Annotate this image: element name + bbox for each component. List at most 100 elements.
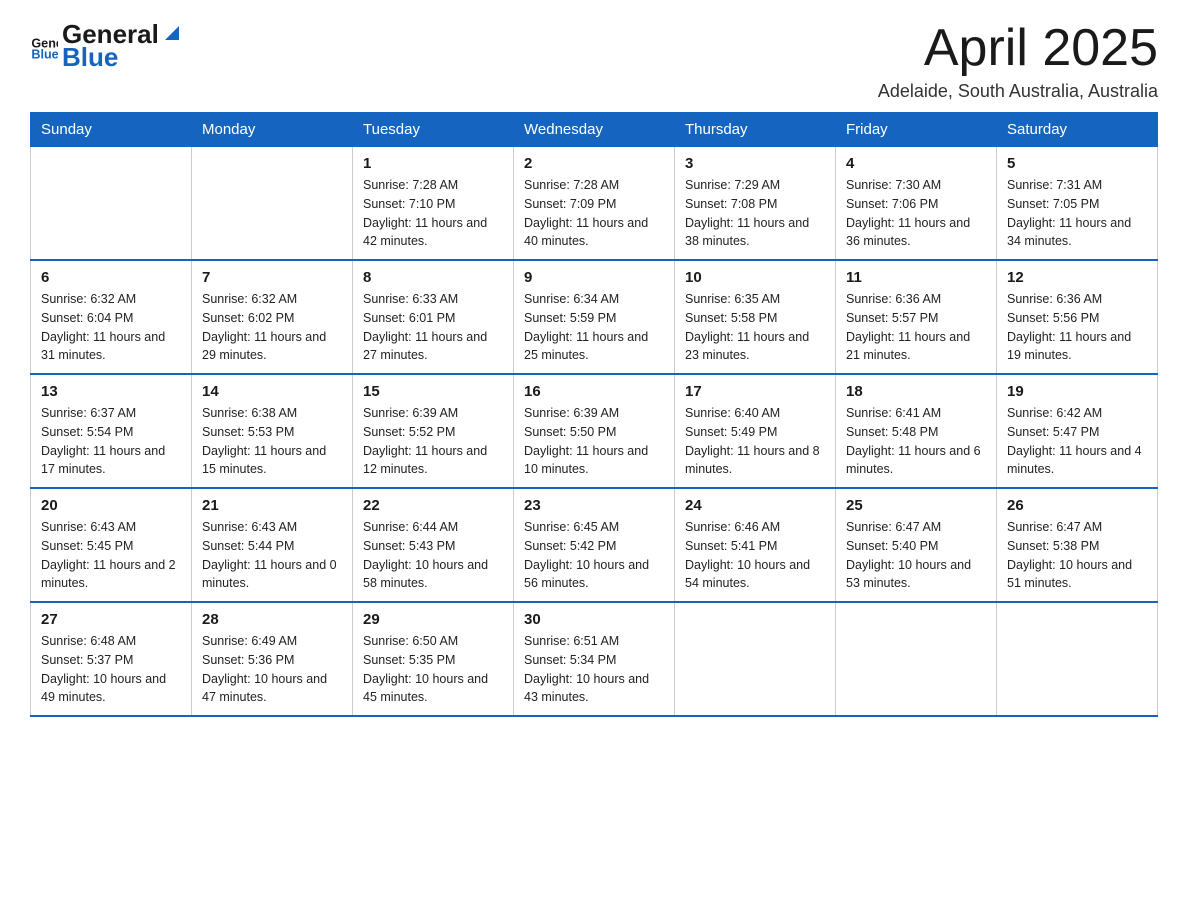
calendar-cell: 25 Sunrise: 6:47 AM Sunset: 5:40 PM Dayli… [836, 488, 997, 602]
day-info: Sunrise: 7:28 AM Sunset: 7:10 PM Dayligh… [363, 176, 503, 251]
calendar-cell: 18Sunrise: 6:41 AM Sunset: 5:48 PM Dayli… [836, 374, 997, 488]
day-info: Sunrise: 6:33 AM Sunset: 6:01 PM Dayligh… [363, 290, 503, 365]
day-number: 10 [685, 269, 825, 286]
calendar-cell: 6 Sunrise: 6:32 AM Sunset: 6:04 PM Daylig… [31, 260, 192, 374]
day-info: Sunrise: 6:48 AM Sunset: 5:37 PM Dayligh… [41, 632, 181, 707]
weekday-header-monday: Monday [192, 113, 353, 147]
day-number: 19 [1007, 383, 1147, 400]
weekday-header-saturday: Saturday [997, 113, 1158, 147]
day-number: 3 [685, 155, 825, 172]
day-number: 24 [685, 497, 825, 514]
calendar-cell: 3 Sunrise: 7:29 AM Sunset: 7:08 PM Daylig… [675, 147, 836, 261]
calendar-cell [192, 147, 353, 261]
calendar-cell: 17 Sunrise: 6:40 AM Sunset: 5:49 PM Dayli… [675, 374, 836, 488]
day-number: 4 [846, 155, 986, 172]
day-number: 8 [363, 269, 503, 286]
logo-icon: General Blue [30, 32, 58, 60]
calendar-cell: 2Sunrise: 7:28 AM Sunset: 7:09 PM Daylig… [514, 147, 675, 261]
day-info: Sunrise: 6:38 AM Sunset: 5:53 PM Dayligh… [202, 404, 342, 479]
day-number: 15 [363, 383, 503, 400]
day-number: 27 [41, 611, 181, 628]
calendar-cell [836, 602, 997, 716]
day-info: Sunrise: 6:45 AM Sunset: 5:42 PM Dayligh… [524, 518, 664, 593]
calendar-cell: 7 Sunrise: 6:32 AM Sunset: 6:02 PM Daylig… [192, 260, 353, 374]
day-number: 13 [41, 383, 181, 400]
day-info: Sunrise: 6:35 AM Sunset: 5:58 PM Dayligh… [685, 290, 825, 365]
day-info: Sunrise: 6:47 AM Sunset: 5:38 PM Dayligh… [1007, 518, 1147, 593]
calendar-cell [31, 147, 192, 261]
calendar-cell: 22 Sunrise: 6:44 AM Sunset: 5:43 PM Dayli… [353, 488, 514, 602]
day-number: 22 [363, 497, 503, 514]
day-info: Sunrise: 7:30 AM Sunset: 7:06 PM Dayligh… [846, 176, 986, 251]
day-info: Sunrise: 6:47 AM Sunset: 5:40 PM Dayligh… [846, 518, 986, 593]
day-info: Sunrise: 6:51 AM Sunset: 5:34 PM Dayligh… [524, 632, 664, 707]
day-info: Sunrise: 7:28 AM Sunset: 7:09 PM Dayligh… [524, 176, 664, 251]
calendar-cell: 1 Sunrise: 7:28 AM Sunset: 7:10 PM Daylig… [353, 147, 514, 261]
calendar-cell: 16 Sunrise: 6:39 AM Sunset: 5:50 PM Dayli… [514, 374, 675, 488]
calendar-week-row: 27 Sunrise: 6:48 AM Sunset: 5:37 PM Dayli… [31, 602, 1158, 716]
day-number: 28 [202, 611, 342, 628]
day-info: Sunrise: 6:43 AM Sunset: 5:45 PM Dayligh… [41, 518, 181, 593]
day-info: Sunrise: 6:40 AM Sunset: 5:49 PM Dayligh… [685, 404, 825, 479]
calendar-week-row: 6 Sunrise: 6:32 AM Sunset: 6:04 PM Daylig… [31, 260, 1158, 374]
day-info: Sunrise: 6:32 AM Sunset: 6:04 PM Dayligh… [41, 290, 181, 365]
day-number: 25 [846, 497, 986, 514]
weekday-header-sunday: Sunday [31, 113, 192, 147]
calendar-cell [997, 602, 1158, 716]
weekday-header-friday: Friday [836, 113, 997, 147]
day-number: 6 [41, 269, 181, 286]
day-info: Sunrise: 6:32 AM Sunset: 6:02 PM Dayligh… [202, 290, 342, 365]
title-block: April 2025 Adelaide, South Australia, Au… [878, 20, 1158, 102]
day-info: Sunrise: 6:43 AM Sunset: 5:44 PM Dayligh… [202, 518, 342, 593]
calendar-cell: 13 Sunrise: 6:37 AM Sunset: 5:54 PM Dayli… [31, 374, 192, 488]
calendar-cell: 4 Sunrise: 7:30 AM Sunset: 7:06 PM Daylig… [836, 147, 997, 261]
weekday-header-thursday: Thursday [675, 113, 836, 147]
day-number: 16 [524, 383, 664, 400]
location-subtitle: Adelaide, South Australia, Australia [878, 81, 1158, 102]
day-number: 18 [846, 383, 986, 400]
weekday-header-tuesday: Tuesday [353, 113, 514, 147]
calendar-week-row: 13 Sunrise: 6:37 AM Sunset: 5:54 PM Dayli… [31, 374, 1158, 488]
day-info: Sunrise: 6:44 AM Sunset: 5:43 PM Dayligh… [363, 518, 503, 593]
logo-triangle-icon [161, 22, 183, 44]
day-number: 7 [202, 269, 342, 286]
calendar-cell: 19 Sunrise: 6:42 AM Sunset: 5:47 PM Dayli… [997, 374, 1158, 488]
logo: General Blue General Blue [30, 20, 183, 71]
logo-blue-text: Blue [62, 43, 183, 72]
day-number: 26 [1007, 497, 1147, 514]
day-number: 17 [685, 383, 825, 400]
day-info: Sunrise: 6:36 AM Sunset: 5:56 PM Dayligh… [1007, 290, 1147, 365]
day-info: Sunrise: 6:39 AM Sunset: 5:50 PM Dayligh… [524, 404, 664, 479]
day-number: 11 [846, 269, 986, 286]
calendar-cell: 20 Sunrise: 6:43 AM Sunset: 5:45 PM Dayli… [31, 488, 192, 602]
day-number: 21 [202, 497, 342, 514]
calendar-cell: 27 Sunrise: 6:48 AM Sunset: 5:37 PM Dayli… [31, 602, 192, 716]
day-number: 14 [202, 383, 342, 400]
calendar-cell: 5Sunrise: 7:31 AM Sunset: 7:05 PM Daylig… [997, 147, 1158, 261]
calendar-week-row: 20 Sunrise: 6:43 AM Sunset: 5:45 PM Dayli… [31, 488, 1158, 602]
day-info: Sunrise: 6:39 AM Sunset: 5:52 PM Dayligh… [363, 404, 503, 479]
day-info: Sunrise: 7:31 AM Sunset: 7:05 PM Dayligh… [1007, 176, 1147, 251]
day-number: 20 [41, 497, 181, 514]
month-title: April 2025 [878, 20, 1158, 77]
day-number: 23 [524, 497, 664, 514]
calendar-cell: 29Sunrise: 6:50 AM Sunset: 5:35 PM Dayli… [353, 602, 514, 716]
calendar-cell: 9Sunrise: 6:34 AM Sunset: 5:59 PM Daylig… [514, 260, 675, 374]
calendar-cell: 10 Sunrise: 6:35 AM Sunset: 5:58 PM Dayli… [675, 260, 836, 374]
day-number: 1 [363, 155, 503, 172]
calendar-cell: 23 Sunrise: 6:45 AM Sunset: 5:42 PM Dayli… [514, 488, 675, 602]
day-info: Sunrise: 7:29 AM Sunset: 7:08 PM Dayligh… [685, 176, 825, 251]
calendar-cell: 24Sunrise: 6:46 AM Sunset: 5:41 PM Dayli… [675, 488, 836, 602]
calendar-cell: 21 Sunrise: 6:43 AM Sunset: 5:44 PM Dayli… [192, 488, 353, 602]
day-info: Sunrise: 6:37 AM Sunset: 5:54 PM Dayligh… [41, 404, 181, 479]
calendar-cell [675, 602, 836, 716]
calendar-table: SundayMondayTuesdayWednesdayThursdayFrid… [30, 112, 1158, 717]
weekday-header-row: SundayMondayTuesdayWednesdayThursdayFrid… [31, 113, 1158, 147]
day-info: Sunrise: 6:34 AM Sunset: 5:59 PM Dayligh… [524, 290, 664, 365]
calendar-cell: 12 Sunrise: 6:36 AM Sunset: 5:56 PM Dayli… [997, 260, 1158, 374]
calendar-cell: 28Sunrise: 6:49 AM Sunset: 5:36 PM Dayli… [192, 602, 353, 716]
page-header: General Blue General Blue April 2025 Ade… [30, 20, 1158, 102]
day-number: 12 [1007, 269, 1147, 286]
day-info: Sunrise: 6:42 AM Sunset: 5:47 PM Dayligh… [1007, 404, 1147, 479]
calendar-cell: 26 Sunrise: 6:47 AM Sunset: 5:38 PM Dayli… [997, 488, 1158, 602]
